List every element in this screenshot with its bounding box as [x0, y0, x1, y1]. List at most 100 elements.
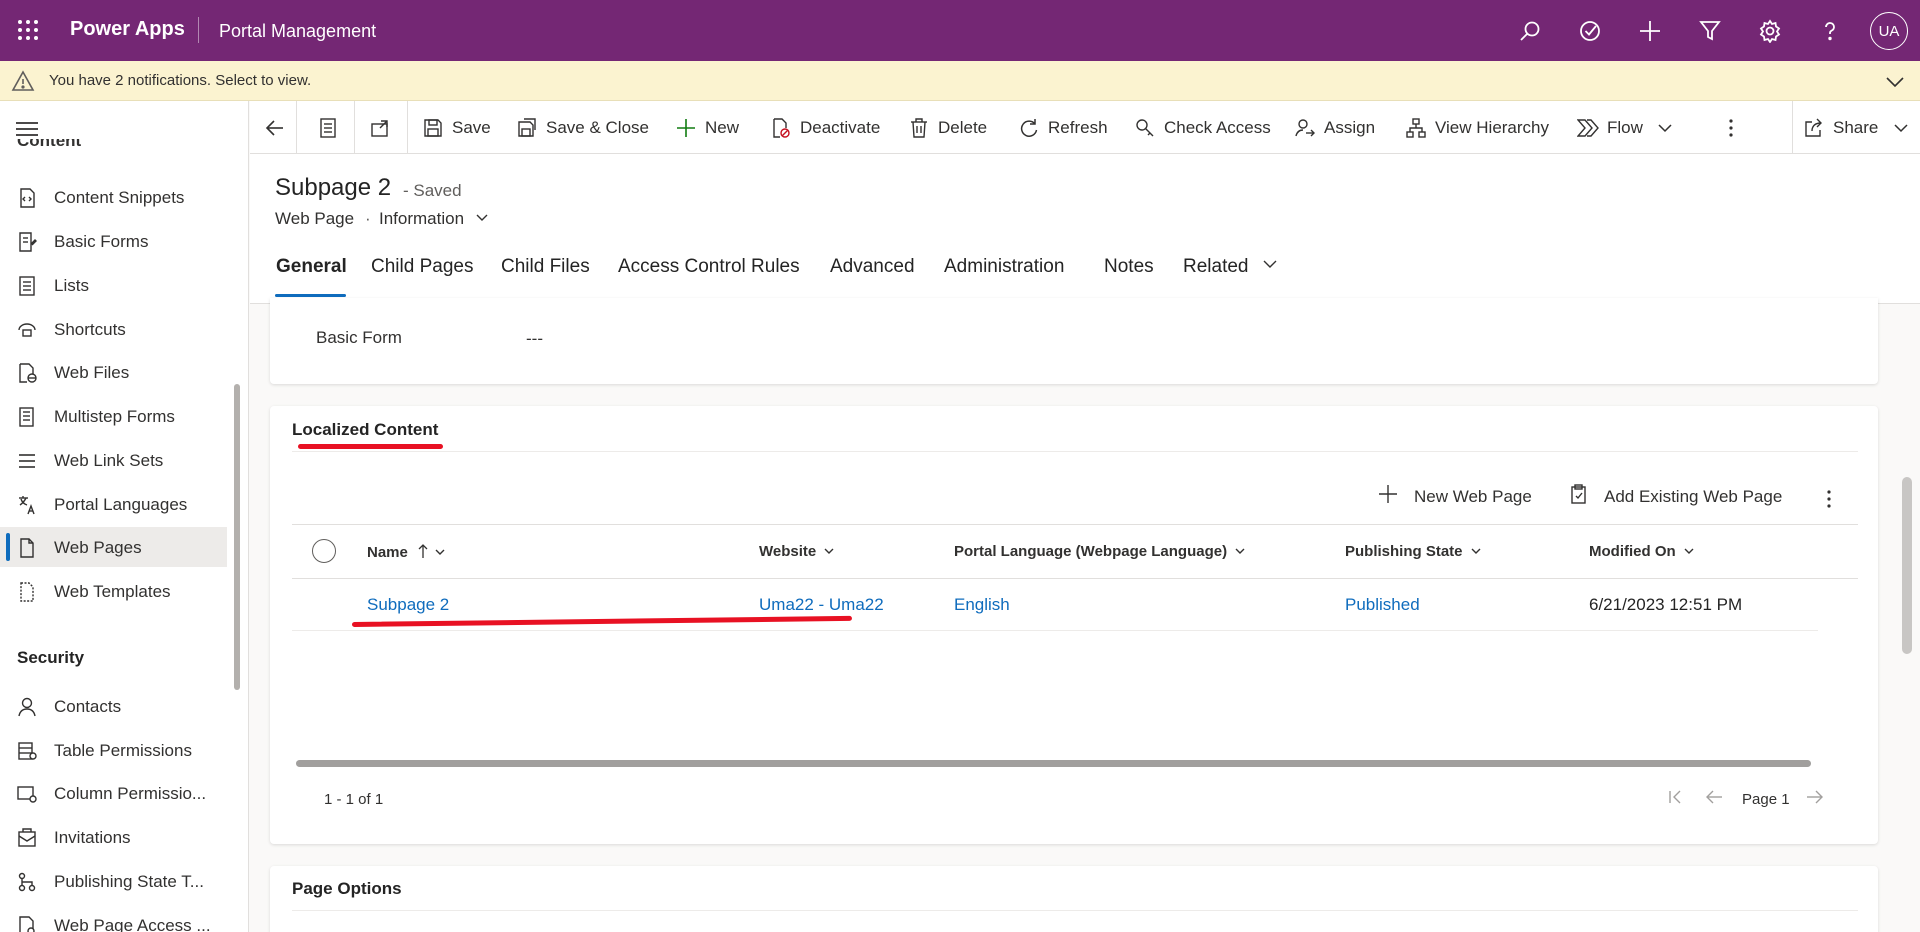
- assign-label: Assign: [1324, 117, 1376, 137]
- page-scrollbar[interactable]: [1902, 477, 1912, 654]
- more-commands-button[interactable]: [1720, 101, 1750, 154]
- sidebar-item-basic-forms[interactable]: Basic Forms: [0, 221, 227, 261]
- command-divider: [296, 101, 297, 154]
- share-icon: [1803, 117, 1825, 139]
- command-divider: [407, 101, 408, 154]
- form-icon: [16, 231, 38, 253]
- app-name[interactable]: Power Apps: [70, 18, 185, 41]
- save-and-close-button[interactable]: Save & Close: [516, 101, 649, 154]
- chevron-down-icon: [824, 543, 834, 560]
- tab-administration[interactable]: Administration: [944, 256, 1064, 278]
- app-header: Power Apps Portal Management UA: [0, 0, 1920, 61]
- flow-label: Flow: [1607, 117, 1643, 137]
- deactivate-button[interactable]: Deactivate: [770, 101, 880, 154]
- assign-button[interactable]: Assign: [1294, 101, 1375, 154]
- view-hierarchy-button[interactable]: View Hierarchy: [1405, 101, 1549, 154]
- sidebar-item-multistep-forms[interactable]: Multistep Forms: [0, 396, 227, 436]
- next-page-icon[interactable]: [1806, 789, 1824, 810]
- user-avatar[interactable]: UA: [1870, 12, 1908, 50]
- sidebar-item-column-permissions[interactable]: Column Permissio...: [0, 773, 227, 813]
- settings-icon[interactable]: [1755, 16, 1785, 46]
- sidebar-item-web-pages[interactable]: Web Pages: [0, 527, 227, 567]
- tab-general[interactable]: General: [276, 256, 347, 278]
- row-name-link[interactable]: Subpage 2: [367, 595, 449, 615]
- new-web-page-button[interactable]: New Web Page: [1378, 484, 1532, 509]
- tab-advanced[interactable]: Advanced: [830, 256, 915, 278]
- column-header-name[interactable]: Name: [367, 543, 445, 563]
- open-new-window-button[interactable]: [369, 101, 399, 154]
- sidebar-item-contacts[interactable]: Contacts: [0, 686, 227, 726]
- tab-access-control-rules[interactable]: Access Control Rules: [618, 256, 800, 278]
- row-modified-on: 6/21/2023 12:51 PM: [1589, 595, 1743, 614]
- notification-message[interactable]: You have 2 notifications. Select to view…: [49, 72, 311, 89]
- sidebar-item-web-templates[interactable]: Web Templates: [0, 571, 227, 611]
- sidebar-item-web-page-access[interactable]: Web Page Access ...: [0, 905, 227, 932]
- flow-button[interactable]: Flow: [1577, 101, 1643, 154]
- back-button[interactable]: [264, 101, 294, 154]
- refresh-button[interactable]: Refresh: [1018, 101, 1108, 154]
- view-hierarchy-label: View Hierarchy: [1435, 117, 1550, 137]
- sidebar-item-table-permissions[interactable]: Table Permissions: [0, 730, 227, 770]
- sidebar-item-web-files[interactable]: Web Files: [0, 352, 227, 392]
- app-launcher-icon[interactable]: [16, 18, 40, 42]
- delete-button[interactable]: Delete: [908, 101, 987, 154]
- sidebar-item-label: Web Files: [54, 363, 130, 382]
- flow-icon: [1577, 117, 1599, 139]
- back-arrow-icon: [264, 117, 286, 139]
- assistant-icon[interactable]: [1575, 16, 1605, 46]
- chevron-down-icon[interactable]: [1884, 71, 1906, 98]
- active-tab-indicator: [275, 294, 346, 297]
- select-all-checkbox[interactable]: [312, 539, 336, 563]
- search-icon[interactable]: [1515, 16, 1545, 46]
- sidebar-item-label: Publishing State T...: [54, 872, 204, 891]
- plus-icon[interactable]: [1635, 16, 1665, 46]
- tab-child-files[interactable]: Child Files: [501, 256, 590, 278]
- sidebar-item-content-snippets[interactable]: Content Snippets: [0, 177, 227, 217]
- add-existing-web-page-button[interactable]: Add Existing Web Page: [1570, 484, 1782, 509]
- sidebar-item-invitations[interactable]: Invitations: [0, 817, 227, 857]
- flow-dropdown-button[interactable]: [1654, 101, 1684, 154]
- chevron-down-icon: [1684, 543, 1694, 560]
- help-icon[interactable]: [1815, 16, 1845, 46]
- sidebar-item-lists[interactable]: Lists: [0, 265, 227, 305]
- form-selector[interactable]: Information: [379, 209, 489, 230]
- column-header-label: Portal Language (Webpage Language): [954, 543, 1228, 560]
- plus-icon: [675, 117, 697, 139]
- grid-header-bottom-border: [292, 578, 1858, 579]
- sidebar-item-label: Basic Forms: [54, 232, 149, 251]
- assign-person-icon: [1294, 117, 1316, 139]
- previous-page-icon[interactable]: [1705, 789, 1723, 810]
- command-divider: [1792, 101, 1793, 154]
- key-icon: [1134, 117, 1156, 139]
- column-header-website[interactable]: Website: [759, 543, 834, 560]
- save-button[interactable]: Save: [422, 101, 491, 154]
- sidebar-item-shortcuts[interactable]: Shortcuts: [0, 309, 227, 349]
- new-button[interactable]: New: [675, 101, 739, 154]
- contact-icon: [16, 696, 38, 718]
- check-access-button[interactable]: Check Access: [1134, 101, 1271, 154]
- basic-form-value[interactable]: ---: [526, 329, 543, 349]
- column-header-publishing-state[interactable]: Publishing State: [1345, 543, 1481, 560]
- share-button[interactable]: Share: [1803, 101, 1920, 154]
- sidebar-item-publishing-state-transitions[interactable]: Publishing State T...: [0, 861, 227, 901]
- sidebar-item-portal-languages[interactable]: Portal Languages: [0, 484, 227, 524]
- grid-horizontal-scrollbar[interactable]: [296, 760, 1811, 767]
- more-vertical-icon[interactable]: [1826, 489, 1832, 514]
- sidebar-item-web-link-sets[interactable]: Web Link Sets: [0, 440, 227, 480]
- first-page-icon[interactable]: [1668, 789, 1684, 810]
- save-icon: [422, 117, 444, 139]
- filter-icon[interactable]: [1695, 16, 1725, 46]
- tab-related[interactable]: Related: [1183, 256, 1278, 278]
- tab-child-pages[interactable]: Child Pages: [371, 256, 473, 278]
- row-website-link[interactable]: Uma22 - Uma22: [759, 595, 884, 615]
- notification-bar[interactable]: You have 2 notifications. Select to view…: [0, 61, 1920, 101]
- tab-notes[interactable]: Notes: [1104, 256, 1154, 278]
- sidebar-scrollbar[interactable]: [234, 384, 240, 690]
- form-view-button[interactable]: [317, 101, 347, 154]
- column-header-modified-on[interactable]: Modified On: [1589, 543, 1694, 560]
- trash-icon: [908, 117, 930, 139]
- row-publishing-state-link[interactable]: Published: [1345, 595, 1420, 615]
- column-header-portal-language[interactable]: Portal Language (Webpage Language): [954, 543, 1245, 560]
- row-language-link[interactable]: English: [954, 595, 1010, 615]
- environment-name[interactable]: Portal Management: [219, 21, 376, 42]
